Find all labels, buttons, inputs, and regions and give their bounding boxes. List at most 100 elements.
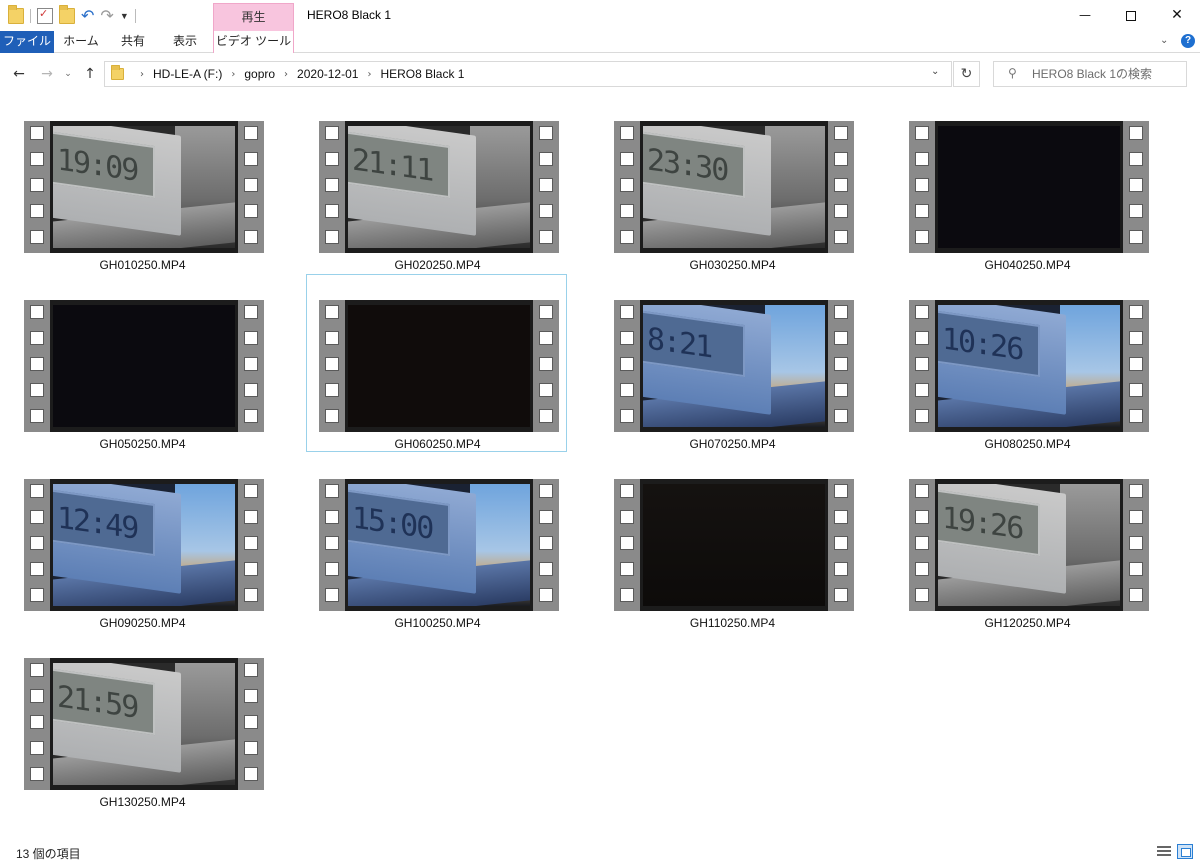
recent-locations-chevron-icon[interactable]: ⌄: [61, 64, 75, 84]
file-item[interactable]: 23:30 GH030250.MP4: [601, 95, 862, 273]
breadcrumb-current[interactable]: HERO8 Black 1: [380, 67, 464, 81]
film-strip-holes: [24, 479, 50, 611]
large-icons-view-icon[interactable]: [1177, 844, 1193, 859]
address-history-chevron-icon[interactable]: ⌄: [931, 66, 939, 77]
film-hole: [539, 562, 553, 576]
film-hole: [834, 126, 848, 140]
film-hole: [30, 230, 44, 244]
film-hole: [244, 536, 258, 550]
film-hole: [244, 152, 258, 166]
clock-display: 8:21: [643, 310, 745, 378]
file-item[interactable]: 21:11 GH020250.MP4: [306, 95, 567, 273]
qat-divider: [30, 9, 31, 23]
thumbnail-image: 21:59: [53, 663, 235, 785]
film-hole: [620, 230, 634, 244]
film-hole: [30, 536, 44, 550]
details-view-icon[interactable]: [1157, 846, 1171, 858]
file-item[interactable]: 19:26 GH120250.MP4: [896, 453, 1157, 631]
film-hole: [325, 305, 339, 319]
video-thumbnail: 19:09: [24, 121, 264, 253]
file-item[interactable]: 19:09 GH010250.MP4: [11, 95, 272, 273]
file-item[interactable]: GH110250.MP4: [601, 453, 862, 631]
clock-body: 12:49: [53, 484, 181, 594]
close-button[interactable]: ✕: [1154, 0, 1200, 30]
film-hole: [915, 383, 929, 397]
file-item[interactable]: GH050250.MP4: [11, 274, 272, 452]
file-item[interactable]: GH060250.MP4: [306, 274, 567, 452]
film-hole: [30, 663, 44, 677]
clock-body: 8:21: [643, 305, 771, 415]
film-strip-holes: [614, 300, 640, 432]
video-thumbnail: 23:30: [614, 121, 854, 253]
film-hole: [30, 588, 44, 602]
film-strip-holes: [614, 479, 640, 611]
file-name: GH050250.MP4: [99, 437, 186, 451]
tab-file[interactable]: ファイル: [0, 31, 54, 53]
tab-view[interactable]: 表示: [163, 31, 207, 53]
film-hole: [244, 305, 258, 319]
file-item[interactable]: GH040250.MP4: [896, 95, 1157, 273]
thumbnail-frame: [640, 479, 828, 611]
file-item[interactable]: 15:00 GH100250.MP4: [306, 453, 567, 631]
search-box[interactable]: ⚲: [993, 61, 1187, 87]
tab-home[interactable]: ホーム: [59, 31, 103, 53]
file-name: GH070250.MP4: [689, 437, 776, 451]
breadcrumb-separator-icon[interactable]: ›: [140, 69, 144, 80]
customize-qat-dropdown-icon[interactable]: ▼: [120, 11, 129, 21]
film-strip-holes: [909, 121, 935, 253]
film-hole: [620, 331, 634, 345]
thumbnail-image: [348, 305, 530, 427]
undo-icon[interactable]: ↶: [81, 8, 94, 24]
breadcrumb-drive[interactable]: HD-LE-A (F:): [153, 67, 222, 81]
film-strip-holes: [533, 121, 559, 253]
properties-icon[interactable]: [37, 7, 53, 24]
file-item[interactable]: 12:49 GH090250.MP4: [11, 453, 272, 631]
new-folder-icon[interactable]: [59, 5, 75, 24]
file-name: GH120250.MP4: [984, 616, 1071, 630]
thumbnail-frame: [345, 300, 533, 432]
expand-ribbon-chevron-icon[interactable]: ⌄: [1160, 35, 1168, 46]
file-name: GH020250.MP4: [394, 258, 481, 272]
film-hole: [1129, 357, 1143, 371]
forward-arrow-icon[interactable]: →: [37, 64, 57, 84]
redo-icon[interactable]: ↷: [100, 8, 113, 24]
breadcrumb-date[interactable]: 2020-12-01: [297, 67, 358, 81]
film-hole: [325, 152, 339, 166]
tab-share[interactable]: 共有: [113, 31, 153, 53]
help-icon[interactable]: ?: [1181, 34, 1195, 48]
clock-body: 23:30: [643, 126, 771, 236]
breadcrumb-gopro[interactable]: gopro: [244, 67, 275, 81]
film-hole: [915, 409, 929, 423]
thumbnail-frame: 10:26: [935, 300, 1123, 432]
breadcrumb-separator-icon[interactable]: ›: [284, 69, 288, 80]
maximize-button[interactable]: [1108, 0, 1154, 30]
film-hole: [539, 409, 553, 423]
film-hole: [1129, 536, 1143, 550]
film-strip-holes: [1123, 121, 1149, 253]
refresh-icon[interactable]: ↻: [953, 61, 980, 87]
address-bar[interactable]: › HD-LE-A (F:) › gopro › 2020-12-01 › HE…: [104, 61, 952, 87]
film-strip-holes: [24, 121, 50, 253]
breadcrumb-separator-icon[interactable]: ›: [367, 69, 371, 80]
film-strip-holes: [24, 658, 50, 790]
video-thumbnail: [319, 300, 559, 432]
file-item[interactable]: 21:59 GH130250.MP4: [11, 632, 272, 810]
film-hole: [325, 562, 339, 576]
search-input[interactable]: [1032, 63, 1182, 85]
minimize-button[interactable]: —: [1062, 0, 1108, 30]
up-arrow-icon[interactable]: ↑: [80, 64, 100, 84]
breadcrumb-separator-icon[interactable]: ›: [231, 69, 235, 80]
film-hole: [620, 126, 634, 140]
back-arrow-icon[interactable]: ←: [9, 64, 29, 84]
film-strip-holes: [828, 121, 854, 253]
tab-video-tools[interactable]: ビデオ ツール: [213, 31, 294, 53]
clock-body: 19:09: [53, 126, 181, 236]
thumbnail-frame: [935, 121, 1123, 253]
file-name: GH100250.MP4: [394, 616, 481, 630]
file-item[interactable]: 8:21 GH070250.MP4: [601, 274, 862, 452]
file-item[interactable]: 10:26 GH080250.MP4: [896, 274, 1157, 452]
thumbnail-image: 21:11: [348, 126, 530, 248]
film-hole: [325, 588, 339, 602]
film-hole: [244, 357, 258, 371]
folder-icon[interactable]: [8, 5, 24, 24]
